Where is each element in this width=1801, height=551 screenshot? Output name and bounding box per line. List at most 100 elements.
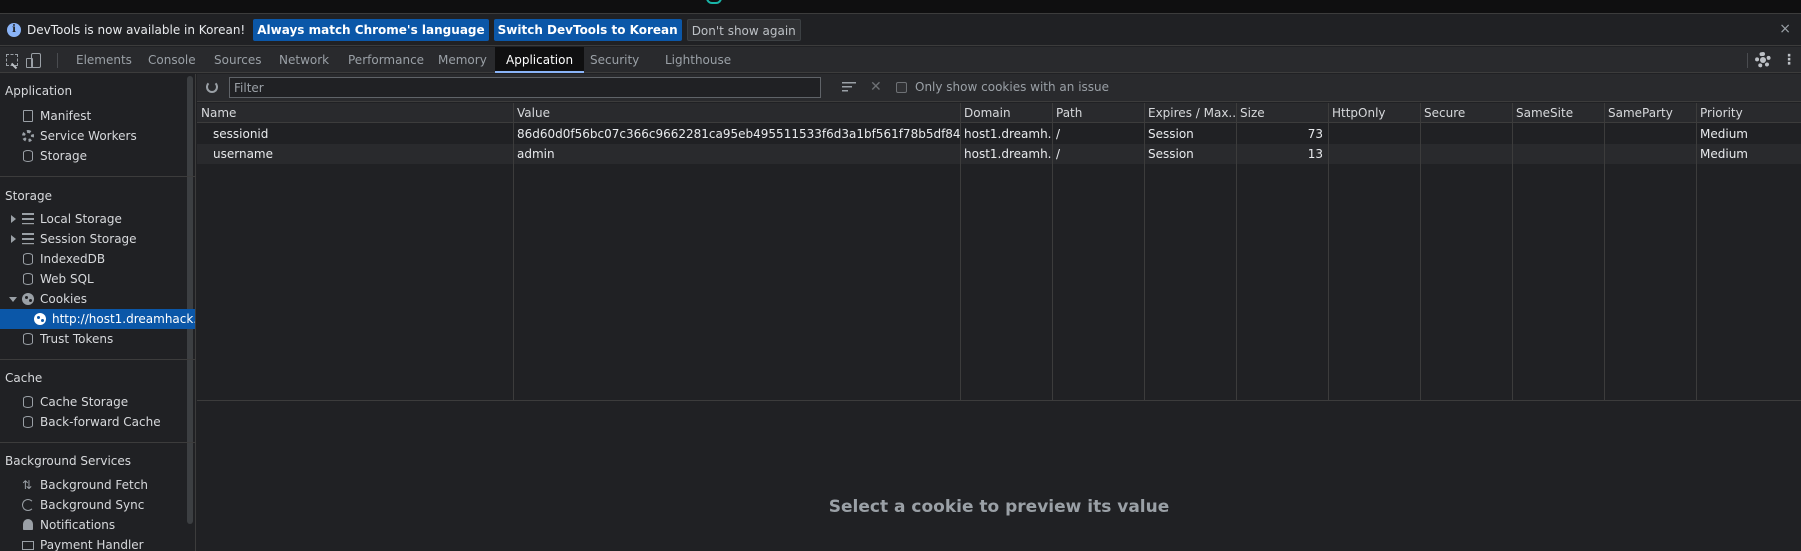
sidebar-item-notifications[interactable]: Notifications <box>0 515 195 535</box>
cell-path: / <box>1056 147 1061 161</box>
tab-memory[interactable]: Memory <box>438 47 487 73</box>
sidebar-item-label: Local Storage <box>40 212 122 226</box>
sidebar-item-label: Storage <box>40 149 87 163</box>
sidebar-item-label: Web SQL <box>40 272 94 286</box>
sidebar-item-label: Session Storage <box>40 232 137 246</box>
tab-security[interactable]: Security <box>590 47 639 73</box>
column-header-priority[interactable]: Priority <box>1696 103 1801 123</box>
tab-lighthouse[interactable]: Lighthouse <box>665 47 731 73</box>
sidebar-item-indexeddb[interactable]: IndexedDB <box>0 249 195 269</box>
column-divider[interactable] <box>513 103 514 400</box>
sidebar-item-payment-handler[interactable]: Payment Handler <box>0 535 195 551</box>
sidebar-item-manifest[interactable]: Manifest <box>0 106 195 126</box>
tab-sources[interactable]: Sources <box>214 47 261 73</box>
sidebar-item-background-sync[interactable]: Background Sync <box>0 495 195 515</box>
expand-caret-icon[interactable] <box>11 235 16 243</box>
column-divider[interactable] <box>1144 103 1145 400</box>
match-language-button[interactable]: Always match Chrome's language <box>253 19 489 41</box>
column-header-size[interactable]: Size <box>1236 103 1328 123</box>
dont-show-again-button[interactable]: Don't show again <box>686 19 801 41</box>
refresh-icon[interactable] <box>206 81 218 93</box>
switch-korean-button[interactable]: Switch DevTools to Korean <box>493 19 682 41</box>
sidebar-item-trust-tokens[interactable]: Trust Tokens <box>0 329 195 349</box>
issue-only-checkbox[interactable] <box>896 82 907 93</box>
column-header-path[interactable]: Path <box>1052 103 1144 123</box>
sidebar-item-storage[interactable]: Storage <box>0 146 195 166</box>
sidebar-item-label: Notifications <box>40 518 116 532</box>
column-header-expires[interactable]: Expires / Max... <box>1144 103 1236 123</box>
filter-input[interactable] <box>229 77 821 98</box>
sidebar-item-label: Background Fetch <box>40 478 148 492</box>
sidebar-item-cache-storage[interactable]: Cache Storage <box>0 392 195 412</box>
cell-secure <box>1420 124 1512 144</box>
tab-performance[interactable]: Performance <box>348 47 424 73</box>
column-header-name[interactable]: Name <box>197 103 513 123</box>
language-infobar: i DevTools is now available in Korean! A… <box>0 15 1801 46</box>
column-header-secure[interactable]: Secure <box>1420 103 1512 123</box>
collapse-caret-icon[interactable] <box>9 297 17 302</box>
application-sidebar: Application Manifest Service Workers Sto… <box>0 74 196 551</box>
sidebar-item-local-storage[interactable]: Local Storage <box>0 209 195 229</box>
infobar-message: DevTools is now available in Korean! <box>27 23 246 37</box>
tab-network[interactable]: Network <box>279 47 329 73</box>
database-icon <box>23 396 33 408</box>
cookies-table: Name Value Domain Path Expires / Max... … <box>197 103 1801 401</box>
cell-name: sessionid <box>213 127 269 141</box>
cell-size: 73 <box>1307 127 1323 141</box>
more-options-icon[interactable]: ⋮ <box>1782 52 1796 68</box>
column-divider[interactable] <box>1328 103 1329 400</box>
column-header-httponly[interactable]: HttpOnly <box>1328 103 1420 123</box>
settings-gear-icon[interactable] <box>1755 52 1771 68</box>
cookie-preview-pane: Select a cookie to preview its value <box>197 402 1801 551</box>
column-header-sameparty[interactable]: SameParty <box>1604 103 1696 123</box>
table-row[interactable]: sessionid 86d60d0f56bc07c366c9662281ca95… <box>197 124 1801 144</box>
sidebar-item-label: Cookies <box>40 292 87 306</box>
cell-samesite <box>1512 124 1604 144</box>
column-divider[interactable] <box>1236 103 1237 400</box>
column-divider[interactable] <box>1420 103 1421 400</box>
sidebar-item-label: Background Sync <box>40 498 145 512</box>
delete-selected-icon[interactable]: ✕ <box>870 79 882 95</box>
info-icon: i <box>7 23 21 37</box>
tab-application[interactable]: Application <box>495 47 585 73</box>
column-divider[interactable] <box>1512 103 1513 400</box>
sidebar-item-cookies[interactable]: Cookies <box>0 289 195 309</box>
cell-value: 86d60d0f56bc07c366c9662281ca95eb49551153… <box>517 127 960 141</box>
column-header-domain[interactable]: Domain <box>960 103 1052 123</box>
cell-value: admin <box>517 147 555 161</box>
cell-name: username <box>213 147 273 161</box>
inspect-element-icon[interactable] <box>6 54 18 66</box>
column-divider[interactable] <box>1604 103 1605 400</box>
column-divider[interactable] <box>1696 103 1697 400</box>
section-cache: Cache <box>5 371 43 385</box>
close-infobar-icon[interactable]: × <box>1779 21 1791 37</box>
sidebar-item-session-storage[interactable]: Session Storage <box>0 229 195 249</box>
device-toolbar-icon[interactable] <box>26 53 41 68</box>
sidebar-item-back-forward-cache[interactable]: Back-forward Cache <box>0 412 195 432</box>
cookie-icon <box>34 313 46 325</box>
gear-icon <box>22 130 34 142</box>
sidebar-item-web-sql[interactable]: Web SQL <box>0 269 195 289</box>
section-background-services: Background Services <box>5 454 132 468</box>
database-icon <box>23 416 33 428</box>
column-header-value[interactable]: Value <box>513 103 960 123</box>
table-header: Name Value Domain Path Expires / Max... … <box>197 103 1801 123</box>
database-icon <box>23 333 33 345</box>
table-row[interactable]: username admin host1.dreamh... / Session… <box>197 144 1801 164</box>
cell-size: 13 <box>1307 147 1323 161</box>
sidebar-item-cookie-origin[interactable]: http://host1.dreamhack.games <box>0 309 195 329</box>
column-divider[interactable] <box>960 103 961 400</box>
sidebar-item-background-fetch[interactable]: ⇅ Background Fetch <box>0 475 195 495</box>
preview-empty-message: Select a cookie to preview its value <box>828 497 1170 517</box>
up-down-arrows-icon: ⇅ <box>22 478 33 492</box>
section-divider <box>0 359 195 360</box>
cell-secure <box>1420 144 1512 164</box>
tab-console[interactable]: Console <box>148 47 196 73</box>
sidebar-item-service-workers[interactable]: Service Workers <box>0 126 195 146</box>
expand-caret-icon[interactable] <box>11 215 16 223</box>
clear-all-cookies-icon[interactable] <box>842 82 856 93</box>
tab-elements[interactable]: Elements <box>76 47 132 73</box>
section-divider <box>0 176 195 177</box>
column-divider[interactable] <box>1052 103 1053 400</box>
column-header-samesite[interactable]: SameSite <box>1512 103 1604 123</box>
